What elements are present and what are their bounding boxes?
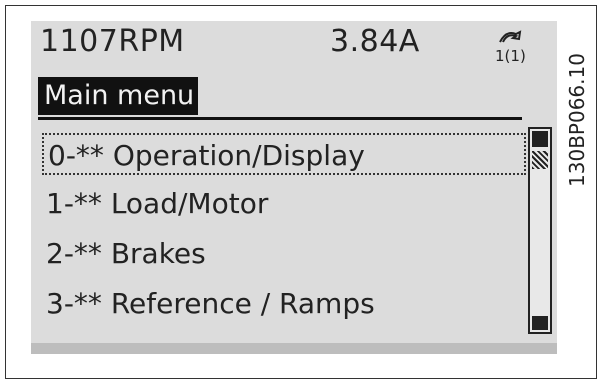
lcd-bezel-bottom — [31, 343, 557, 354]
menu-item-load-motor[interactable]: 1-** Load/Motor — [46, 183, 268, 225]
speed-readout: 1107RPM — [40, 24, 185, 59]
menu-item-operation-display[interactable]: 0-** Operation/Display — [42, 133, 526, 175]
menu-item-brakes[interactable]: 2-** Brakes — [46, 233, 206, 275]
scroll-thumb[interactable] — [532, 151, 548, 169]
figure-id-text: 130BP066.10 — [565, 53, 589, 187]
scroll-down-icon[interactable] — [532, 316, 548, 330]
menu-item-reference-ramps[interactable]: 3-** Reference / Ramps — [46, 283, 375, 325]
hand-icon: 1(1) — [495, 30, 526, 65]
current-readout: 3.84A — [330, 24, 420, 59]
scrollbar[interactable] — [528, 127, 552, 334]
figure-id-label: 130BP066.10 — [560, 10, 594, 230]
setup-indicator: 1(1) — [495, 47, 526, 65]
page-title: Main menu — [38, 77, 199, 115]
menu-title-bar: Main menu — [38, 77, 522, 120]
scroll-up-icon[interactable] — [532, 131, 548, 147]
